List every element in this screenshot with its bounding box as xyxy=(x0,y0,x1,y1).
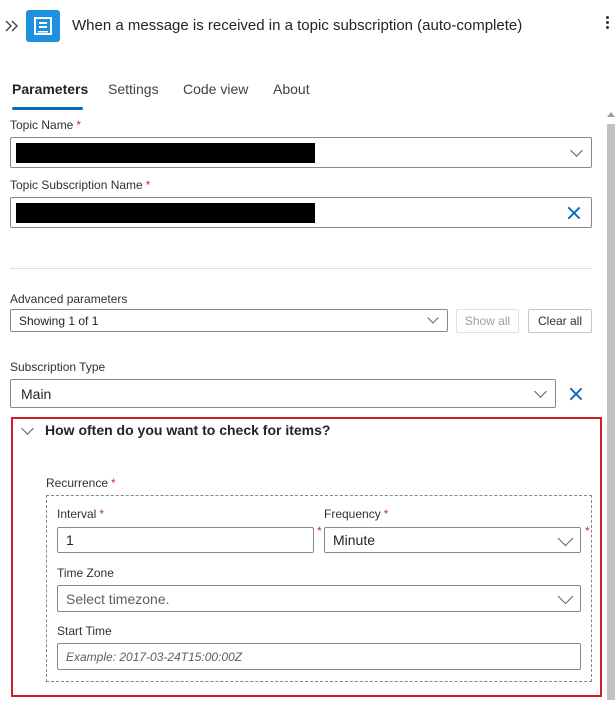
divider xyxy=(10,268,592,269)
more-vertical-icon[interactable] xyxy=(604,14,610,36)
tab-about[interactable]: About xyxy=(273,81,310,97)
time-zone-dropdown[interactable]: Select timezone. xyxy=(57,585,581,612)
chevron-down-icon xyxy=(557,588,574,605)
double-chevron-right-icon[interactable] xyxy=(4,16,20,36)
clear-all-button[interactable]: Clear all xyxy=(528,309,592,333)
chevron-down-icon xyxy=(427,312,439,324)
remove-parameter-icon[interactable] xyxy=(568,386,584,402)
trigger-title: When a message is received in a topic su… xyxy=(72,17,523,34)
clear-icon[interactable] xyxy=(566,205,582,221)
start-time-input[interactable]: Example: 2017-03-24T15:00:00Z xyxy=(57,643,581,670)
service-bus-icon xyxy=(26,10,60,42)
interval-input[interactable]: 1 xyxy=(57,527,314,553)
chevron-down-icon xyxy=(557,530,574,547)
time-zone-label: Time Zone xyxy=(57,566,114,580)
recurrence-label: Recurrence * xyxy=(46,476,116,490)
interval-value: 1 xyxy=(66,532,74,548)
frequency-required-marker: * xyxy=(585,524,590,538)
time-zone-value: Select timezone. xyxy=(66,590,170,607)
topic-subscription-name-field[interactable] xyxy=(10,197,592,228)
subscription-type-value: Main xyxy=(21,385,52,402)
active-tab-indicator xyxy=(12,107,83,110)
topic-name-label: Topic Name * xyxy=(10,118,82,132)
redacted-value xyxy=(16,203,315,223)
scroll-up-arrow-icon[interactable] xyxy=(607,112,615,117)
tab-settings[interactable]: Settings xyxy=(108,81,159,97)
recurrence-section-title[interactable]: How often do you want to check for items… xyxy=(45,422,330,438)
start-time-placeholder: Example: 2017-03-24T15:00:00Z xyxy=(66,649,243,664)
frequency-dropdown[interactable]: Minute xyxy=(324,527,581,553)
interval-label: Interval * xyxy=(57,507,105,521)
start-time-label: Start Time xyxy=(57,624,112,638)
subscription-type-dropdown[interactable]: Main xyxy=(10,379,556,408)
show-all-button[interactable]: Show all xyxy=(456,309,519,333)
interval-required-marker: * xyxy=(317,524,322,538)
advanced-parameters-value: Showing 1 of 1 xyxy=(19,313,99,328)
tab-parameters[interactable]: Parameters xyxy=(12,81,88,97)
chevron-down-icon xyxy=(570,144,583,157)
topic-name-dropdown[interactable] xyxy=(10,137,592,168)
topic-subscription-name-label: Topic Subscription Name * xyxy=(10,178,151,192)
scrollbar-thumb[interactable] xyxy=(607,124,615,700)
frequency-value: Minute xyxy=(333,532,376,548)
advanced-parameters-label: Advanced parameters xyxy=(10,292,128,306)
redacted-value xyxy=(16,143,315,163)
tab-code-view[interactable]: Code view xyxy=(183,81,248,97)
subscription-type-label: Subscription Type xyxy=(10,360,106,374)
frequency-label: Frequency * xyxy=(324,507,389,521)
chevron-down-icon xyxy=(534,385,547,398)
advanced-parameters-dropdown[interactable]: Showing 1 of 1 xyxy=(10,309,448,332)
